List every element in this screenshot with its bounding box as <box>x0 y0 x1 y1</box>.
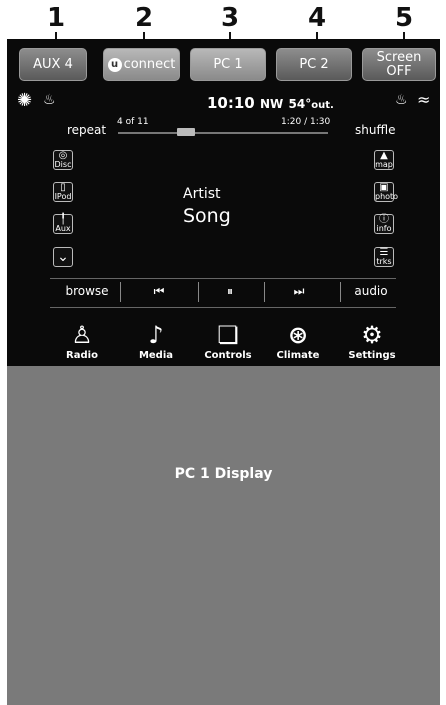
photo-label: photo <box>375 192 399 201</box>
pause-button[interactable]: ⏸ <box>206 284 254 299</box>
progress-thumb[interactable] <box>177 128 195 136</box>
photo-icon: ▣ <box>379 182 389 193</box>
screen-off-button[interactable]: Screen OFF <box>362 48 436 81</box>
temperature-suffix: out. <box>311 100 334 111</box>
media-player-icon: ♪ <box>148 321 164 349</box>
callout-2: 2 <box>124 4 164 50</box>
aux-icon: ╿ <box>59 214 67 225</box>
nav-controls[interactable]: ❏ Controls <box>198 320 258 361</box>
screen-off-line2: OFF <box>386 63 412 79</box>
pc1-display-area: PC 1 Display <box>7 366 440 705</box>
progress-track[interactable] <box>118 132 328 134</box>
nav-media[interactable]: ♪ Media <box>126 320 186 361</box>
status-bar: ✺ ♨ 10:10 NW 54°out. ♨ ≈ <box>7 90 440 114</box>
callout-4: 4 <box>297 4 337 50</box>
chevron-down-icon: ⌄ <box>57 249 69 265</box>
photo-button[interactable]: ▣ photo <box>374 182 398 202</box>
separator <box>120 282 121 302</box>
aux4-button[interactable]: AUX 4 <box>19 48 87 81</box>
aux-label: Aux <box>55 224 71 233</box>
nav-radio[interactable]: ♙ Radio <box>52 320 112 361</box>
seat-heat-left-icon[interactable]: ♨ <box>43 92 56 108</box>
disc-label: Disc <box>54 160 72 169</box>
info-icon: ⓘ <box>379 214 389 225</box>
radio-tower-icon: ♙ <box>71 321 93 349</box>
nav-climate[interactable]: ⊛ Climate <box>268 320 328 361</box>
browse-button[interactable]: browse <box>58 284 116 298</box>
aux-source-button[interactable]: ╿ Aux <box>53 214 73 234</box>
map-icon: ▲ <box>380 150 388 161</box>
artist-name: Artist <box>183 186 221 202</box>
uconnect-button[interactable]: u connect <box>103 48 180 81</box>
list-icon: ☰ <box>379 247 389 258</box>
uconnect-label: connect <box>123 56 176 72</box>
shuffle-button[interactable]: shuffle <box>355 123 395 137</box>
climate-icon: ⊛ <box>287 321 309 349</box>
song-title: Song <box>183 205 231 227</box>
outside-temperature: 54° <box>288 97 312 111</box>
nav-radio-label: Radio <box>66 350 98 361</box>
elapsed-time: 1:20 / 1:30 <box>281 117 331 127</box>
nav-media-label: Media <box>138 350 174 361</box>
display-label: PC 1 Display <box>174 466 273 482</box>
map-label: map <box>375 160 393 169</box>
transport-bottom-rule <box>50 307 396 308</box>
info-button[interactable]: ⓘ info <box>374 214 394 234</box>
uconnect-logo-icon: u <box>107 57 122 72</box>
screen-off-line1: Screen <box>376 49 422 65</box>
info-label: info <box>376 224 392 233</box>
separator <box>264 282 265 302</box>
more-sources-button[interactable]: ⌄ <box>53 247 73 267</box>
separator <box>198 282 199 302</box>
tracks-button[interactable]: ☰ trks <box>374 247 394 267</box>
ipod-icon: ▯ <box>60 182 66 193</box>
transport-top-rule <box>50 278 396 279</box>
fan-icon[interactable]: ✺ <box>17 90 32 111</box>
separator <box>340 282 341 302</box>
nav-climate-label: Climate <box>276 350 320 361</box>
compass-direction: NW <box>259 97 284 111</box>
audio-button[interactable]: audio <box>346 284 396 298</box>
transport-bar: browse ⏮ ⏸ ⏭ audio <box>50 278 396 308</box>
repeat-button[interactable]: repeat <box>67 123 106 137</box>
disc-icon: ◎ <box>58 150 68 161</box>
clock: 10:10 NW 54°out. <box>207 94 334 112</box>
disc-source-button[interactable]: ◎ Disc <box>53 150 73 170</box>
controls-icon: ❏ <box>217 321 239 349</box>
tracks-label: trks <box>376 257 392 266</box>
nav-settings[interactable]: ⚙ Settings <box>342 320 402 361</box>
pc1-button[interactable]: PC 1 <box>190 48 266 81</box>
callout-1: 1 <box>36 4 76 50</box>
pc2-button[interactable]: PC 2 <box>276 48 352 81</box>
next-track-button[interactable]: ⏭ <box>274 284 324 299</box>
nav-settings-label: Settings <box>348 350 396 361</box>
defrost-icon[interactable]: ≈ <box>417 90 430 109</box>
previous-track-button[interactable]: ⏮ <box>134 284 184 299</box>
ipod-label: IPod <box>54 192 72 201</box>
head-unit-frame <box>7 39 440 366</box>
nav-controls-label: Controls <box>204 350 252 361</box>
ipod-source-button[interactable]: ▯ IPod <box>53 182 73 202</box>
map-button[interactable]: ▲ map <box>374 150 394 170</box>
callout-3: 3 <box>210 4 250 50</box>
track-count: 4 of 11 <box>117 117 149 127</box>
time: 10:10 <box>207 94 255 112</box>
callout-5: 5 <box>384 4 424 50</box>
seat-heat-right-icon[interactable]: ♨ <box>395 92 408 108</box>
settings-gears-icon: ⚙ <box>361 321 383 349</box>
